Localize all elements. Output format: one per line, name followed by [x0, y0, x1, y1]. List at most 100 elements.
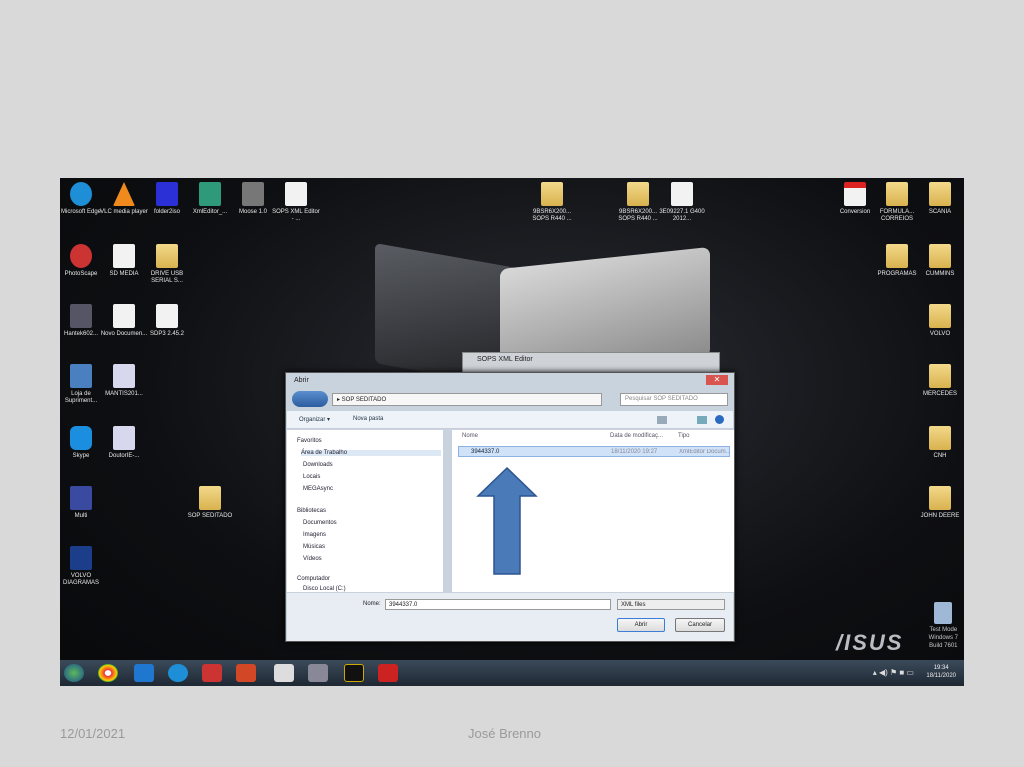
icon-label: Loja de Supriment...	[64, 391, 98, 404]
desktop-icon[interactable]: DoutorIE-...	[100, 426, 148, 460]
icon-label: XmlEditor_...	[192, 209, 228, 215]
icon-label: MANTIS201...	[105, 391, 143, 397]
icon-label: SCANIA	[928, 209, 952, 215]
powerpoint-icon[interactable]	[236, 664, 256, 682]
recycle-bin-icon[interactable]	[934, 602, 953, 624]
column-name[interactable]: Nome	[462, 433, 478, 439]
desktop-icon[interactable]: MERCEDES	[916, 364, 964, 398]
desktop-icon[interactable]: VOLVO DIAGRAMAS	[60, 546, 105, 587]
up-arrow-annotation	[476, 466, 538, 575]
icon-label: Conversion	[839, 209, 871, 215]
icon-label: DRIVE USB SERIAL S...	[150, 271, 184, 284]
nav-item[interactable]: Downloads	[303, 462, 333, 468]
desktop-icon[interactable]: SOPS XML Editor - ...	[272, 182, 320, 223]
nav-item[interactable]: Área de Trabalho	[301, 450, 441, 456]
file-type-select[interactable]: XML files	[617, 599, 725, 610]
window-title: SOPS XML Editor	[477, 356, 533, 363]
icon-label: 9BSR6X200... SOPS R440 ...	[532, 209, 572, 222]
nav-item[interactable]: Locais	[303, 474, 320, 480]
desktop-icon[interactable]: MANTIS201...	[100, 364, 148, 398]
desktop-icon[interactable]: Microsoft Edge	[60, 182, 105, 216]
desktop-icon[interactable]: 3E09227.1 G400 2012...	[658, 182, 706, 223]
desktop-icon[interactable]: VOLVO	[916, 304, 964, 338]
navigation-pane: Favoritos Área de Trabalho Downloads Loc…	[287, 430, 443, 592]
nav-item[interactable]: Disco Local (C:)	[303, 586, 346, 592]
desktop-icon[interactable]: Novo Documen...	[100, 304, 148, 338]
desktop-icon[interactable]: PhotoScape	[60, 244, 105, 278]
desktop-icon[interactable]: Conversion	[831, 182, 879, 216]
desktop-icon[interactable]: CUMMINS	[916, 244, 964, 278]
nav-item[interactable]: MEGAsync	[303, 486, 333, 492]
desktop-icon[interactable]: DRIVE USB SERIAL S...	[143, 244, 191, 285]
toolbar: Organizar ▾ Nova pasta	[287, 411, 733, 429]
favorites-header[interactable]: Favoritos	[297, 438, 322, 444]
internet-explorer-icon[interactable]	[134, 664, 154, 682]
desktop-icon[interactable]: 9BSR6X200... SOPS R440 ...	[614, 182, 662, 223]
app-icon[interactable]	[308, 664, 328, 682]
system-tray[interactable]: ▴ ◀) ⚑ ■ ▭	[873, 668, 914, 677]
nav-item[interactable]: Imagens	[303, 532, 326, 538]
icon-label: Novo Documen...	[100, 331, 148, 337]
desktop-icon[interactable]: CNH	[916, 426, 964, 460]
app-icon[interactable]	[202, 664, 222, 682]
nav-item[interactable]: Documentos	[303, 520, 337, 526]
desktop-icon[interactable]: Loja de Supriment...	[60, 364, 105, 405]
organize-button[interactable]: Organizar ▾	[299, 416, 330, 423]
new-folder-button[interactable]: Nova pasta	[353, 416, 383, 422]
help-icon[interactable]	[715, 415, 724, 424]
desktop-icon[interactable]: FORMULA... CORREIOS	[873, 182, 921, 223]
icon-label: Microsoft Edge	[60, 209, 102, 215]
icon-label: PROGRAMAS	[877, 271, 917, 277]
desktop-icon[interactable]: Skype	[60, 426, 105, 460]
icon-label: SOP SEDITADO	[187, 513, 233, 519]
desktop-icon[interactable]: SD MEDIA	[100, 244, 148, 278]
watermark-line: Build 7601	[929, 643, 958, 649]
desktop-icon[interactable]: SDP3 2.45.2	[143, 304, 191, 338]
icon-label: SOPS XML Editor - ...	[272, 209, 320, 222]
test-mode-watermark: Test Mode Windows 7 Build 7601	[929, 602, 958, 650]
icon-label: DoutorIE-...	[108, 453, 140, 459]
dialog-footer: Nome: 3944337.0 XML files Abrir Cancelar	[287, 593, 733, 641]
close-button[interactable]: ✕	[706, 375, 728, 385]
address-bar: ▸ SOP SEDITADO Pesquisar SOP SEDITADO	[292, 391, 730, 407]
desktop-icon[interactable]: JOHN DEERE	[916, 486, 964, 520]
watermark-line: Windows 7	[928, 635, 958, 641]
clock-date: 18/11/2020	[926, 673, 956, 679]
path-breadcrumb[interactable]: ▸ SOP SEDITADO	[332, 393, 602, 406]
desktop-icon[interactable]: Moose 1.0	[229, 182, 277, 216]
sdp3-icon[interactable]	[344, 664, 364, 682]
chrome-icon[interactable]	[98, 664, 118, 682]
desktop-icon[interactable]: PROGRAMAS	[873, 244, 921, 278]
preview-pane-icon[interactable]	[697, 416, 707, 424]
desktop-icon[interactable]: VLC media player	[100, 182, 148, 216]
clock[interactable]: 19:34 18/11/2020	[926, 664, 956, 680]
file-row[interactable]: 3944337.0 18/11/2020 19:27 XmlEditor Doc…	[458, 446, 730, 457]
acrobat-icon[interactable]	[378, 664, 398, 682]
nav-item[interactable]: Vídeos	[303, 556, 322, 562]
cancel-button[interactable]: Cancelar	[675, 618, 725, 632]
column-type[interactable]: Tipo	[678, 433, 689, 439]
view-icon[interactable]	[657, 416, 667, 424]
desktop-icon[interactable]: Multi	[60, 486, 105, 520]
libraries-header[interactable]: Bibliotecas	[297, 508, 326, 514]
back-forward-buttons[interactable]	[292, 391, 328, 407]
icon-label: Skype	[72, 453, 90, 459]
file-name: 3944337.0	[471, 449, 500, 455]
notepad-icon[interactable]	[274, 664, 294, 682]
desktop-icon[interactable]: SOP SEDITADO	[186, 486, 234, 520]
taskbar: ▴ ◀) ⚑ ■ ▭ 19:34 18/11/2020	[60, 660, 964, 686]
computer-header[interactable]: Computador	[297, 576, 330, 582]
desktop-icon[interactable]: XmlEditor_...	[186, 182, 234, 216]
desktop-icon[interactable]: folder2iso	[143, 182, 191, 216]
filename-input[interactable]: 3944337.0	[385, 599, 611, 610]
edge-icon[interactable]	[168, 664, 188, 682]
nav-item[interactable]: Músicas	[303, 544, 325, 550]
column-date[interactable]: Data de modificaç...	[610, 433, 663, 439]
desktop-icon[interactable]: SCANIA	[916, 182, 964, 216]
desktop-icon[interactable]: Hantek602...	[60, 304, 105, 338]
start-button[interactable]	[64, 664, 84, 682]
desktop-icon[interactable]: 9BSR6X200... SOPS R440 ...	[528, 182, 576, 223]
search-input[interactable]: Pesquisar SOP SEDITADO	[620, 393, 728, 406]
open-button[interactable]: Abrir	[617, 618, 665, 632]
icon-label: FORMULA... CORREIOS	[879, 209, 915, 222]
